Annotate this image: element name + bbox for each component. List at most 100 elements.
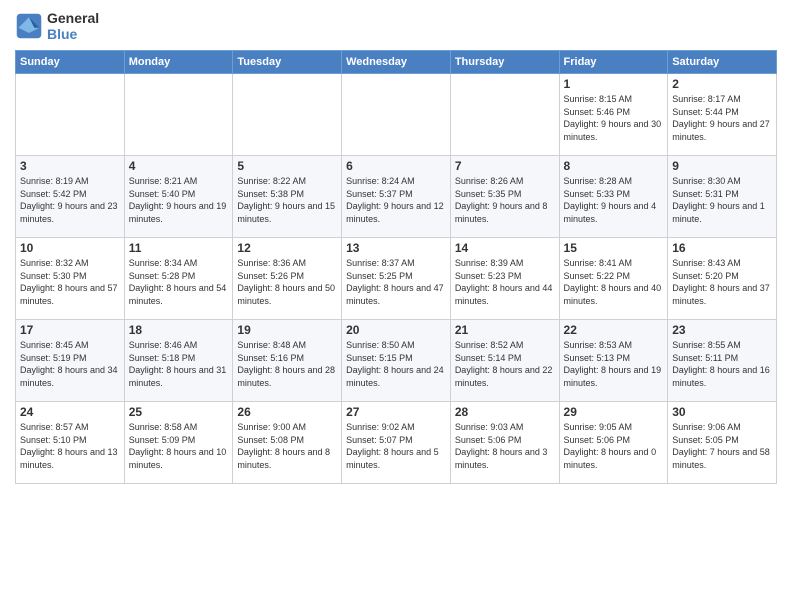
day-number: 15 (564, 241, 664, 255)
calendar-cell: 16 Sunrise: 8:43 AMSunset: 5:20 PMDayligh… (668, 238, 777, 320)
day-info: Sunrise: 8:52 AMSunset: 5:14 PMDaylight:… (455, 339, 555, 389)
day-info: Sunrise: 9:06 AMSunset: 5:05 PMDaylight:… (672, 421, 772, 471)
calendar-cell: 20 Sunrise: 8:50 AMSunset: 5:15 PMDayligh… (342, 320, 451, 402)
day-info: Sunrise: 9:03 AMSunset: 5:06 PMDaylight:… (455, 421, 555, 471)
day-number: 18 (129, 323, 229, 337)
day-number: 23 (672, 323, 772, 337)
logo-text: General Blue (47, 10, 99, 42)
day-of-week-header: Tuesday (233, 51, 342, 74)
day-info: Sunrise: 8:22 AMSunset: 5:38 PMDaylight:… (237, 175, 337, 225)
calendar-cell (16, 74, 125, 156)
page-header: General Blue (15, 10, 777, 42)
calendar-cell: 25Sunrise: 8:58 AMSunset: 5:09 PMDayligh… (124, 402, 233, 484)
day-number: 12 (237, 241, 337, 255)
day-number: 28 (455, 405, 555, 419)
calendar-cell: 19 Sunrise: 8:48 AMSunset: 5:16 PMDayligh… (233, 320, 342, 402)
day-number: 10 (20, 241, 120, 255)
day-number: 20 (346, 323, 446, 337)
day-info: Sunrise: 8:58 AMSunset: 5:09 PMDaylight:… (129, 421, 229, 471)
day-number: 24 (20, 405, 120, 419)
day-of-week-header: Monday (124, 51, 233, 74)
calendar-cell: 21 Sunrise: 8:52 AMSunset: 5:14 PMDayligh… (450, 320, 559, 402)
day-info: Sunrise: 8:15 AMSunset: 5:46 PMDaylight:… (564, 93, 664, 143)
day-info: Sunrise: 8:24 AMSunset: 5:37 PMDaylight:… (346, 175, 446, 225)
day-number: 22 (564, 323, 664, 337)
day-of-week-header: Friday (559, 51, 668, 74)
calendar-cell (124, 74, 233, 156)
day-number: 6 (346, 159, 446, 173)
day-number: 21 (455, 323, 555, 337)
day-info: Sunrise: 9:05 AMSunset: 5:06 PMDaylight:… (564, 421, 664, 471)
calendar-cell: 30 Sunrise: 9:06 AMSunset: 5:05 PMDayligh… (668, 402, 777, 484)
day-info: Sunrise: 8:37 AMSunset: 5:25 PMDaylight:… (346, 257, 446, 307)
day-info: Sunrise: 8:34 AMSunset: 5:28 PMDaylight:… (129, 257, 229, 307)
calendar-cell: 24 Sunrise: 8:57 AMSunset: 5:10 PMDayligh… (16, 402, 125, 484)
calendar-cell: 23 Sunrise: 8:55 AMSunset: 5:11 PMDayligh… (668, 320, 777, 402)
day-number: 30 (672, 405, 772, 419)
day-number: 11 (129, 241, 229, 255)
calendar-cell: 10 Sunrise: 8:32 AMSunset: 5:30 PMDayligh… (16, 238, 125, 320)
calendar-cell (233, 74, 342, 156)
day-info: Sunrise: 8:46 AMSunset: 5:18 PMDaylight:… (129, 339, 229, 389)
calendar-cell: 29 Sunrise: 9:05 AMSunset: 5:06 PMDayligh… (559, 402, 668, 484)
day-info: Sunrise: 8:48 AMSunset: 5:16 PMDaylight:… (237, 339, 337, 389)
day-number: 7 (455, 159, 555, 173)
day-info: Sunrise: 8:53 AMSunset: 5:13 PMDaylight:… (564, 339, 664, 389)
day-info: Sunrise: 8:32 AMSunset: 5:30 PMDaylight:… (20, 257, 120, 307)
calendar-cell: 13 Sunrise: 8:37 AMSunset: 5:25 PMDayligh… (342, 238, 451, 320)
day-number: 2 (672, 77, 772, 91)
day-number: 19 (237, 323, 337, 337)
logo: General Blue (15, 10, 99, 42)
calendar-cell (342, 74, 451, 156)
calendar-cell: 11 Sunrise: 8:34 AMSunset: 5:28 PMDayligh… (124, 238, 233, 320)
calendar-cell: 18 Sunrise: 8:46 AMSunset: 5:18 PMDayligh… (124, 320, 233, 402)
day-number: 14 (455, 241, 555, 255)
day-number: 16 (672, 241, 772, 255)
day-number: 9 (672, 159, 772, 173)
day-info: Sunrise: 8:41 AMSunset: 5:22 PMDaylight:… (564, 257, 664, 307)
day-number: 5 (237, 159, 337, 173)
day-info: Sunrise: 8:21 AMSunset: 5:40 PMDaylight:… (129, 175, 229, 225)
day-info: Sunrise: 8:57 AMSunset: 5:10 PMDaylight:… (20, 421, 120, 471)
day-of-week-header: Sunday (16, 51, 125, 74)
day-number: 1 (564, 77, 664, 91)
day-info: Sunrise: 8:30 AMSunset: 5:31 PMDaylight:… (672, 175, 772, 225)
day-number: 8 (564, 159, 664, 173)
calendar-cell: 17Sunrise: 8:45 AMSunset: 5:19 PMDayligh… (16, 320, 125, 402)
day-info: Sunrise: 8:55 AMSunset: 5:11 PMDaylight:… (672, 339, 772, 389)
day-number: 13 (346, 241, 446, 255)
logo-icon (15, 12, 43, 40)
day-info: Sunrise: 8:39 AMSunset: 5:23 PMDaylight:… (455, 257, 555, 307)
calendar-cell: 15 Sunrise: 8:41 AMSunset: 5:22 PMDayligh… (559, 238, 668, 320)
day-of-week-header: Thursday (450, 51, 559, 74)
day-of-week-header: Saturday (668, 51, 777, 74)
calendar-cell: 12Sunrise: 8:36 AMSunset: 5:26 PMDayligh… (233, 238, 342, 320)
calendar-cell: 1 Sunrise: 8:15 AMSunset: 5:46 PMDaylight… (559, 74, 668, 156)
calendar-cell: 2 Sunrise: 8:17 AMSunset: 5:44 PMDaylight… (668, 74, 777, 156)
calendar-cell: 22 Sunrise: 8:53 AMSunset: 5:13 PMDayligh… (559, 320, 668, 402)
calendar-cell: 3 Sunrise: 8:19 AMSunset: 5:42 PMDaylight… (16, 156, 125, 238)
day-info: Sunrise: 8:19 AMSunset: 5:42 PMDaylight:… (20, 175, 120, 225)
calendar-cell: 9 Sunrise: 8:30 AMSunset: 5:31 PMDaylight… (668, 156, 777, 238)
day-info: Sunrise: 8:50 AMSunset: 5:15 PMDaylight:… (346, 339, 446, 389)
day-info: Sunrise: 9:00 AMSunset: 5:08 PMDaylight:… (237, 421, 337, 471)
day-of-week-header: Wednesday (342, 51, 451, 74)
calendar-cell: 7Sunrise: 8:26 AMSunset: 5:35 PMDaylight… (450, 156, 559, 238)
calendar-cell: 27Sunrise: 9:02 AMSunset: 5:07 PMDayligh… (342, 402, 451, 484)
day-info: Sunrise: 8:43 AMSunset: 5:20 PMDaylight:… (672, 257, 772, 307)
calendar-cell: 26 Sunrise: 9:00 AMSunset: 5:08 PMDayligh… (233, 402, 342, 484)
day-info: Sunrise: 9:02 AMSunset: 5:07 PMDaylight:… (346, 421, 446, 471)
day-info: Sunrise: 8:28 AMSunset: 5:33 PMDaylight:… (564, 175, 664, 225)
day-number: 26 (237, 405, 337, 419)
day-number: 3 (20, 159, 120, 173)
day-number: 17 (20, 323, 120, 337)
day-number: 29 (564, 405, 664, 419)
calendar-cell (450, 74, 559, 156)
day-number: 4 (129, 159, 229, 173)
calendar-cell: 8 Sunrise: 8:28 AMSunset: 5:33 PMDaylight… (559, 156, 668, 238)
calendar-cell: 6 Sunrise: 8:24 AMSunset: 5:37 PMDaylight… (342, 156, 451, 238)
calendar: SundayMondayTuesdayWednesdayThursdayFrid… (15, 50, 777, 484)
calendar-cell: 14 Sunrise: 8:39 AMSunset: 5:23 PMDayligh… (450, 238, 559, 320)
day-info: Sunrise: 8:17 AMSunset: 5:44 PMDaylight:… (672, 93, 772, 143)
calendar-cell: 4 Sunrise: 8:21 AMSunset: 5:40 PMDaylight… (124, 156, 233, 238)
